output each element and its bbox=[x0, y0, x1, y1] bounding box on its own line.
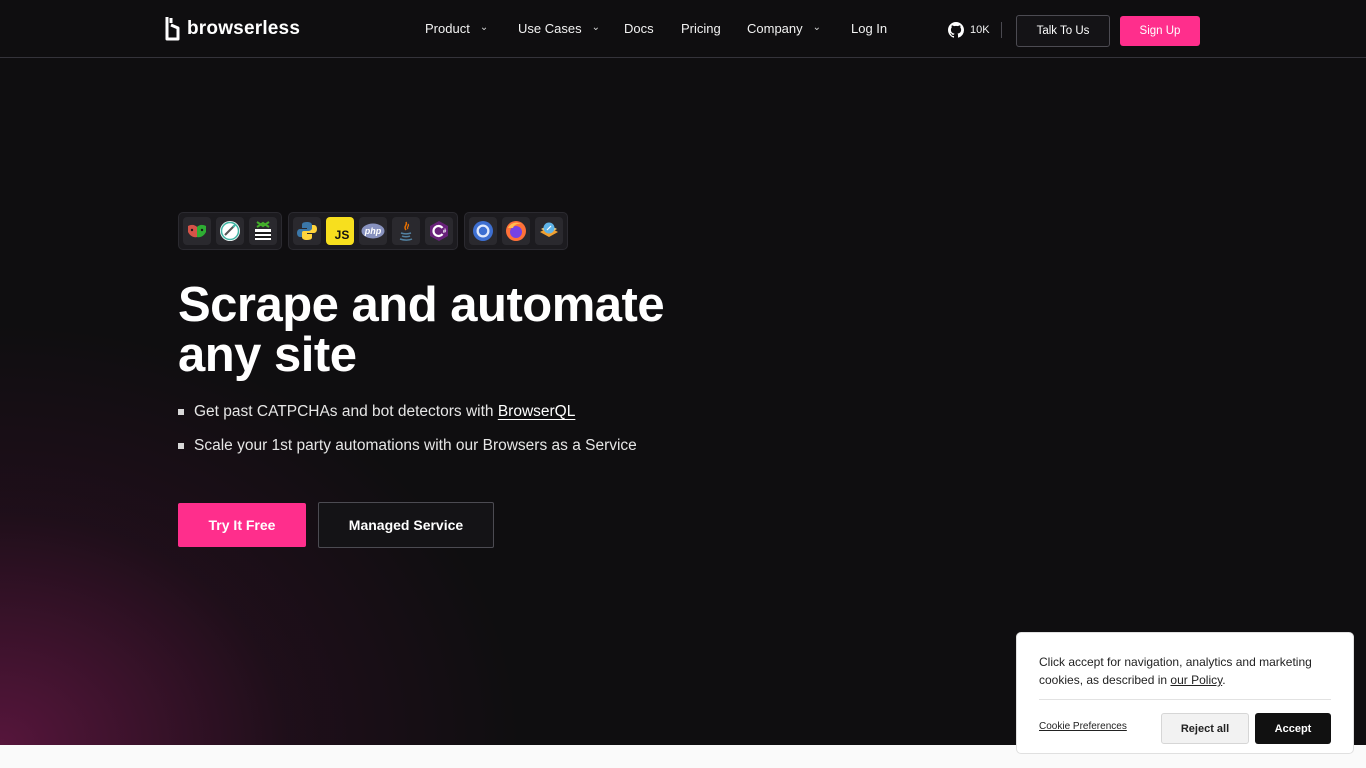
hero-bullet-baas: Scale your 1st party automations with ou… bbox=[178, 437, 637, 455]
reject-all-button[interactable]: Reject all bbox=[1161, 713, 1249, 744]
cookie-divider bbox=[1039, 699, 1331, 700]
browserless-logo-icon bbox=[165, 17, 180, 41]
chrome-icon bbox=[469, 217, 497, 245]
browserql-link[interactable]: BrowserQL bbox=[498, 403, 576, 420]
cookie-consent-banner: Click accept for navigation, analytics a… bbox=[1016, 632, 1354, 754]
bullet-text: Get past CATPCHAs and bot detectors with bbox=[194, 403, 494, 420]
firefox-icon bbox=[502, 217, 530, 245]
library-icon-group bbox=[178, 212, 282, 250]
nav-item-label: Company bbox=[747, 21, 803, 36]
nav-item-pricing[interactable]: Pricing bbox=[681, 21, 721, 36]
nav-item-label: Pricing bbox=[681, 21, 721, 36]
chevron-down-icon: ⌄ bbox=[479, 22, 489, 33]
nav-item-label: Use Cases bbox=[518, 21, 582, 36]
playwright-icon bbox=[183, 217, 211, 245]
nav-item-login[interactable]: Log In bbox=[851, 21, 887, 36]
chevron-down-icon: ⌄ bbox=[591, 22, 600, 33]
browser-icon-group bbox=[464, 212, 568, 250]
talk-to-us-button[interactable]: Talk To Us bbox=[1016, 15, 1110, 47]
bullet-square-icon bbox=[178, 409, 184, 415]
logo-text: browserless bbox=[187, 18, 301, 39]
nav-item-label: Log In bbox=[851, 21, 888, 36]
php-icon: php bbox=[359, 217, 387, 245]
nav-divider bbox=[1001, 22, 1002, 38]
managed-service-button[interactable]: Managed Service bbox=[318, 502, 494, 548]
github-icon bbox=[948, 22, 964, 38]
cookie-message-end: . bbox=[1222, 673, 1226, 687]
cookie-policy-link[interactable]: our Policy bbox=[1170, 673, 1222, 687]
github-stars-link[interactable]: 10K bbox=[948, 22, 990, 38]
accept-button[interactable]: Accept bbox=[1255, 713, 1331, 744]
java-icon bbox=[392, 217, 420, 245]
language-icon-group: JS php # bbox=[288, 212, 458, 250]
nav-item-label: Product bbox=[425, 21, 470, 36]
hero-title: Scrape and automate any site bbox=[178, 280, 778, 380]
github-stars-count: 10K bbox=[970, 24, 990, 36]
cookie-preferences-link[interactable]: Cookie Preferences bbox=[1039, 721, 1127, 732]
chevron-down-icon: ⌄ bbox=[812, 22, 822, 33]
hero-title-line-2: any site bbox=[178, 328, 357, 382]
csharp-icon: # bbox=[425, 217, 453, 245]
nav-item-product[interactable]: Product ⌄ bbox=[425, 21, 488, 36]
svg-text:php: php bbox=[364, 226, 382, 236]
top-navbar: browserless Product ⌄ Use Cases ⌄ Docs P… bbox=[0, 0, 1366, 58]
nav-item-docs[interactable]: Docs bbox=[624, 21, 654, 36]
puppeteer-icon bbox=[216, 217, 244, 245]
nav-item-company[interactable]: Company ⌄ bbox=[747, 21, 821, 36]
hero-title-line-1: Scrape and automate bbox=[178, 278, 665, 332]
nav-item-use-cases[interactable]: Use Cases ⌄ bbox=[518, 21, 600, 36]
python-icon bbox=[293, 217, 321, 245]
bullet-text: Scale your 1st party automations with ou… bbox=[194, 437, 637, 454]
nav-item-label: Docs bbox=[624, 21, 654, 36]
hero-bullet-browserql: Get past CATPCHAs and bot detectors with… bbox=[178, 403, 575, 421]
bullet-square-icon bbox=[178, 443, 184, 449]
javascript-icon: JS bbox=[326, 217, 354, 245]
webkit-icon bbox=[535, 217, 563, 245]
try-it-free-button[interactable]: Try It Free bbox=[178, 503, 306, 547]
sign-up-button[interactable]: Sign Up bbox=[1120, 16, 1200, 46]
cookie-message: Click accept for navigation, analytics a… bbox=[1039, 653, 1335, 689]
selenium-icon bbox=[249, 217, 277, 245]
browserless-logo[interactable]: browserless bbox=[165, 15, 300, 43]
